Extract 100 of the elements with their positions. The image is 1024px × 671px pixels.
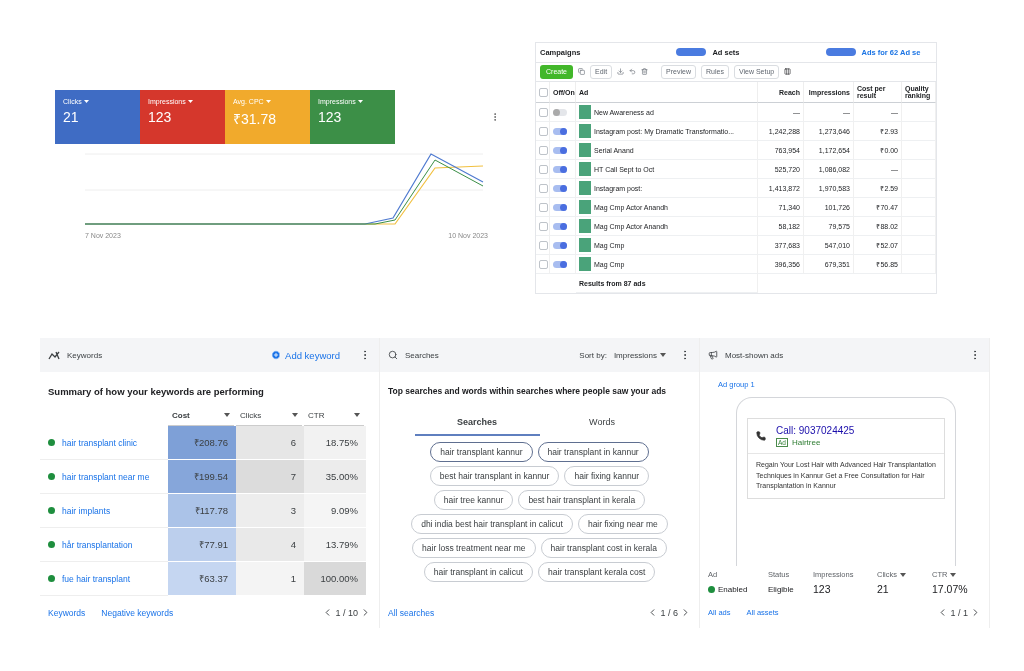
footer-link[interactable]: Keywords [48,607,86,618]
search-chip[interactable]: hair fixing kannur [564,466,650,486]
keywords-icon [48,350,60,360]
row-checkbox[interactable] [539,164,548,174]
search-chip[interactable]: hair transplant kannur [430,442,533,462]
status-dot [708,585,715,593]
caret-icon [83,100,89,103]
sort-caret-icon [224,413,230,417]
sort-caret-icon [660,353,666,357]
table-cell: 13.79% [304,528,366,562]
selection-chip[interactable] [676,48,707,57]
table-cell: ₹63.37 [168,562,236,596]
add-keyword-link[interactable]: Add keyword [271,349,340,361]
keyword-link[interactable]: hair implants [62,505,111,516]
table-cell: 35.00% [304,460,366,494]
search-chip[interactable]: hair tree kannur [433,490,514,510]
stat-value: Enabled [708,583,768,595]
table-cell: 3 [236,494,304,528]
footer-link[interactable]: All searches [388,607,435,618]
search-icon [388,350,398,360]
duplicate-icon[interactable] [578,68,585,76]
table-cell: 9.09% [304,494,366,528]
row-checkbox[interactable] [539,221,548,231]
search-chip[interactable]: hair transplant in calicut [423,562,533,582]
table-cell: 18.75% [304,426,366,460]
footer-link[interactable]: Negative keywords [101,607,174,618]
table-cell: 7 [236,460,304,494]
undo-icon[interactable] [629,68,637,76]
phone-icon [756,431,766,441]
toggle-switch[interactable] [553,165,567,173]
row-checkbox[interactable] [539,240,548,250]
table-cell: 4 [236,528,304,562]
toggle-switch[interactable] [553,241,567,249]
call-headline: Call: 9037024425 [776,425,855,436]
status-dot [48,507,55,514]
sort-caret-icon [950,572,957,577]
sort-label: Sort by: [579,350,607,360]
keyword-link[interactable]: fue hair transplant [62,573,131,584]
ad-icon [708,350,718,360]
search-chip[interactable]: dhi india best hair transplant in calicut [411,514,573,534]
stat-value: Eligible [768,583,795,595]
columns-icon[interactable] [784,68,792,76]
summary-text: Summary of how your keywords are performing [47,385,265,399]
row-checkbox[interactable] [539,107,548,117]
keyword-link[interactable]: hair transplant clinic [62,437,138,448]
keyword-link[interactable]: hair transplant near me [62,471,150,482]
table-cell: ₹199.54 [168,460,236,494]
status-dot [48,575,55,582]
row-checkbox[interactable] [539,202,548,212]
caret-icon [357,100,363,103]
stat-value: 17.07% [932,583,969,595]
table-cell: 6 [236,426,304,460]
row-checkbox[interactable] [539,126,548,136]
toggle-switch[interactable] [553,260,567,268]
selection-chip[interactable] [825,48,856,57]
sort-dropdown[interactable]: Impressions [613,350,666,360]
summary-text: Top searches and words within searches where people saw your ads [387,385,668,398]
download-icon[interactable] [617,68,625,76]
card-title: Most-shown ads [725,350,784,360]
search-chip[interactable]: hair transplant in kannur [537,442,649,462]
keyword-link[interactable]: hår transplantation [62,539,133,550]
search-chip[interactable]: hair transplant kerala cost [538,562,656,582]
search-chip[interactable]: best hair transplant in kannur [429,466,560,486]
page-indicator: 1 / 10 [335,607,358,618]
page-indicator: 1 / 1 [950,607,968,618]
row-checkbox[interactable] [539,145,548,155]
toggle-switch[interactable] [553,222,567,230]
select-all-checkbox[interactable] [539,87,548,97]
row-checkbox[interactable] [539,259,548,269]
toggle-switch[interactable] [553,203,567,211]
add-icon [271,350,282,360]
toggle-switch[interactable] [553,184,567,192]
page-indicator: 1 / 6 [660,607,678,618]
row-checkbox[interactable] [539,183,548,193]
sort-caret-icon [292,413,298,417]
toggle-switch[interactable] [553,127,567,135]
search-chip[interactable]: hair transplant cost in kerala [540,538,667,558]
search-chip[interactable]: hair loss treatment near me [412,538,536,558]
table-cell: ₹77.91 [168,528,236,562]
search-chip[interactable]: best hair transplant in kerala [518,490,646,510]
card-title: Keywords [67,350,103,360]
toggle-switch[interactable] [553,108,567,116]
table-cell: ₹117.78 [168,494,236,528]
caret-icon [187,100,193,103]
tab[interactable]: Searches [414,410,540,436]
sort-caret-icon [900,572,906,577]
toggle-switch[interactable] [553,146,567,154]
advertiser-name: Hairtree [791,438,821,447]
status-dot [48,473,55,480]
stat-value: 21 [877,583,890,595]
sort-caret-icon [354,413,360,417]
search-chip[interactable]: hair fixing near me [577,514,668,534]
card-title: Searches [405,350,439,360]
table-cell: ₹208.76 [168,426,236,460]
tab[interactable]: Words [539,410,665,436]
table-cell: 100.00% [304,562,366,596]
status-dot [48,439,55,446]
status-dot [48,541,55,548]
caret-icon [265,100,271,103]
trash-icon[interactable] [641,68,649,76]
